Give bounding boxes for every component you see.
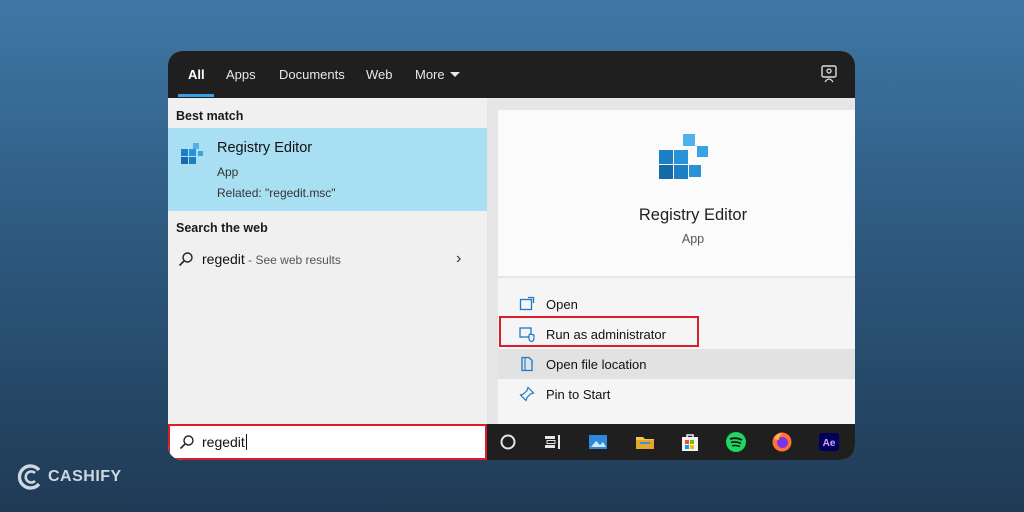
folder-location-icon xyxy=(521,356,533,372)
search-input[interactable]: regedit xyxy=(168,424,487,460)
preview-actions: Open Run as administrator Open file loca… xyxy=(498,278,855,424)
task-view-icon[interactable] xyxy=(542,431,564,453)
action-open-file-location-label: Open file location xyxy=(546,357,647,372)
chevron-right-icon: › xyxy=(456,250,462,267)
app-preview-card: Registry Editor App xyxy=(498,110,855,276)
store-icon[interactable] xyxy=(679,431,701,453)
file-explorer-icon[interactable] xyxy=(634,431,656,453)
action-open-label: Open xyxy=(546,297,578,312)
action-open-file-location[interactable]: Open file location xyxy=(498,349,855,379)
text-cursor xyxy=(245,434,247,450)
tab-more-label: More xyxy=(415,67,445,82)
web-result-hint: - See web results xyxy=(244,253,341,267)
open-icon xyxy=(519,296,535,311)
after-effects-label: Ae xyxy=(823,438,836,449)
tab-all[interactable]: All xyxy=(188,67,205,82)
best-match-item[interactable]: Registry Editor App Related: "regedit.ms… xyxy=(168,128,487,211)
results-pane: Best match Registry Editor App Related: … xyxy=(168,98,487,424)
search-input-value: regedit xyxy=(202,434,245,450)
tab-more[interactable]: More xyxy=(415,67,460,82)
search-input-value-wrap: regedit xyxy=(202,434,247,450)
preview-type: App xyxy=(681,232,705,246)
pin-icon xyxy=(519,386,535,402)
registry-editor-large-icon xyxy=(659,134,708,179)
preview-pane: Registry Editor App Open Run as administ… xyxy=(487,98,855,424)
best-match-title: Registry Editor xyxy=(217,140,313,156)
best-match-type: App xyxy=(217,165,239,179)
search-web-heading: Search the web xyxy=(176,221,268,235)
best-match-related: Related: "regedit.msc" xyxy=(217,186,336,200)
spotify-icon[interactable] xyxy=(725,431,747,453)
chevron-down-icon xyxy=(449,72,460,77)
firefox-icon[interactable] xyxy=(771,431,793,453)
taskbar: Ae xyxy=(487,424,855,460)
tab-apps[interactable]: Apps xyxy=(226,67,256,82)
best-match-heading: Best match xyxy=(176,109,244,123)
preview-title: Registry Editor xyxy=(638,206,748,224)
search-filter-bar: All Apps Documents Web More xyxy=(168,51,855,98)
photos-icon[interactable] xyxy=(587,431,609,453)
feedback-icon[interactable] xyxy=(820,64,840,84)
cashify-logo-text: CASHIFY xyxy=(48,468,122,485)
search-icon xyxy=(178,252,193,267)
tab-documents[interactable]: Documents xyxy=(279,67,345,82)
cashify-logo-icon xyxy=(17,464,41,490)
web-result-item[interactable]: regedit - See web results › xyxy=(168,244,487,274)
registry-editor-icon xyxy=(181,143,203,164)
action-pin-to-start-label: Pin to Start xyxy=(546,387,611,402)
cortana-icon[interactable] xyxy=(497,431,519,453)
tab-web[interactable]: Web xyxy=(366,67,393,82)
search-icon xyxy=(179,435,194,450)
active-tab-indicator xyxy=(178,94,214,97)
web-result-query: regedit xyxy=(202,251,245,267)
highlight-box xyxy=(499,316,699,347)
action-open[interactable]: Open xyxy=(498,289,855,319)
action-pin-to-start[interactable]: Pin to Start xyxy=(498,379,855,409)
windows-search-panel: All Apps Documents Web More Best match R… xyxy=(168,51,855,460)
web-result-label: regedit - See web results xyxy=(202,251,341,267)
after-effects-icon[interactable]: Ae xyxy=(818,431,840,453)
